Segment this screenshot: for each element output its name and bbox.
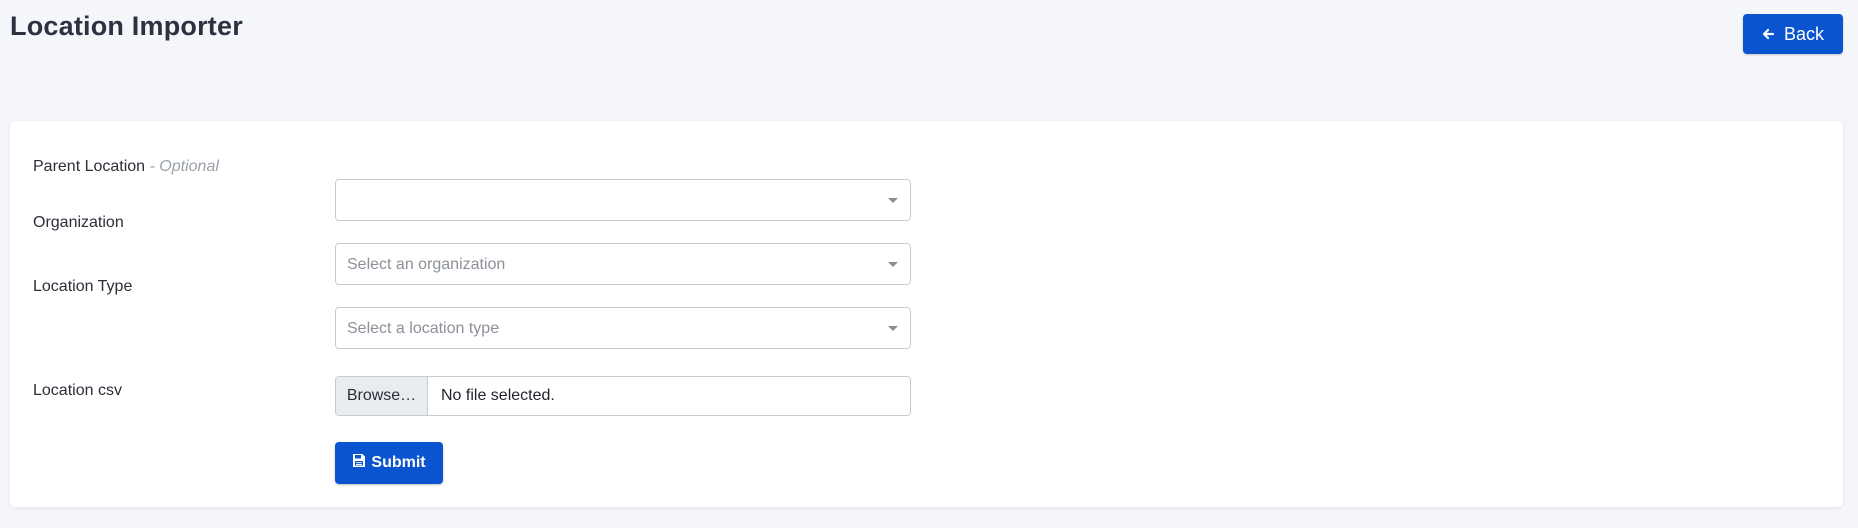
parent-location-label-text: Parent Location <box>33 158 146 175</box>
page-title: Location Importer <box>10 11 243 41</box>
location-type-placeholder: Select a location type <box>347 320 500 337</box>
caret-down-icon <box>888 326 898 331</box>
optional-note: - Optional <box>149 158 219 175</box>
page: Location Importer Back Parent Location -… <box>0 0 1858 528</box>
back-button-label: Back <box>1783 23 1825 44</box>
location-csv-label: Location csv <box>33 382 122 399</box>
location-type-select[interactable]: Select a location type <box>335 307 911 349</box>
save-icon <box>352 453 366 473</box>
parent-location-label: Parent Location - Optional <box>33 158 219 176</box>
location-type-label: Location Type <box>33 278 133 295</box>
caret-down-icon <box>888 198 898 203</box>
location-csv-file-input[interactable]: Browse… No file selected. <box>335 376 911 416</box>
file-status: No file selected. <box>441 387 555 404</box>
organization-placeholder: Select an organization <box>347 256 506 273</box>
organization-select[interactable]: Select an organization <box>335 243 911 285</box>
browse-button[interactable]: Browse… <box>336 377 428 415</box>
importer-form-card: Parent Location - Optional Organization … <box>10 121 1843 507</box>
back-button[interactable]: Back <box>1743 14 1843 54</box>
submit-button-label: Submit <box>371 454 426 471</box>
organization-label: Organization <box>33 214 124 231</box>
caret-down-icon <box>888 262 898 267</box>
parent-location-select[interactable] <box>335 179 911 221</box>
arrow-left-icon <box>1762 28 1774 40</box>
submit-button[interactable]: Submit <box>335 442 443 484</box>
